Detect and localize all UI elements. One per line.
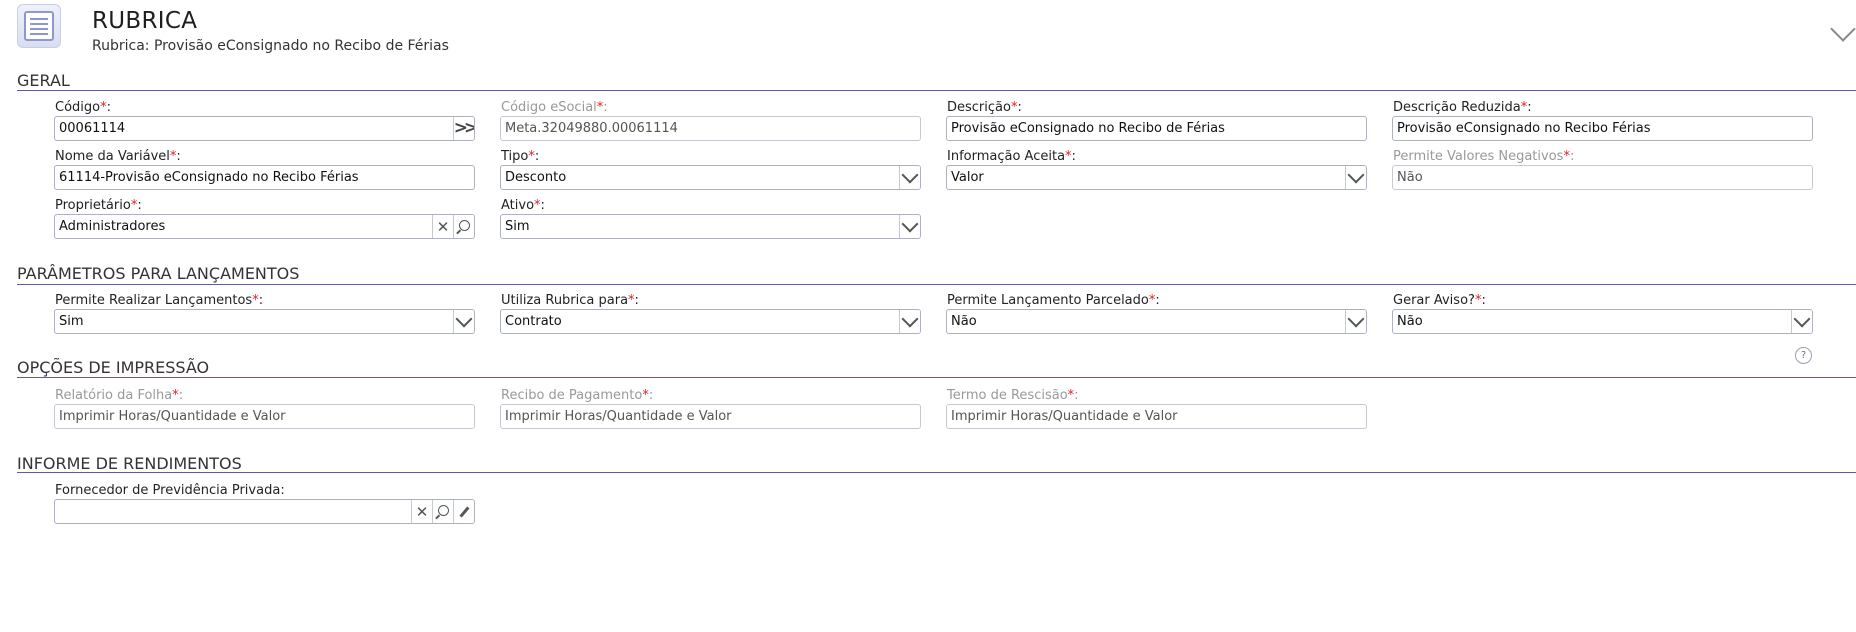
permite-valores-negativos-field: Não	[1392, 165, 1813, 190]
tipo-select[interactable]: Desconto	[500, 165, 921, 190]
permite-lancamentos-label: Permite Realizar Lançamentos*:	[55, 293, 264, 308]
informacao-aceita-select[interactable]: Valor	[946, 165, 1367, 190]
section-divider	[17, 90, 1856, 91]
utiliza-rubrica-label: Utiliza Rubrica para*:	[501, 293, 639, 308]
section-divider	[17, 377, 1856, 378]
section-divider	[17, 284, 1856, 285]
nome-variavel-field[interactable]: 61114-Provisão eConsignado no Recibo Fér…	[54, 165, 475, 190]
permite-valores-negativos-label: Permite Valores Negativos*:	[1393, 149, 1575, 164]
ativo-label: Ativo*:	[501, 198, 545, 213]
chevron-down-icon[interactable]	[899, 215, 920, 238]
proprietario-field[interactable]: Administradores ✕	[54, 214, 475, 239]
help-icon[interactable]: ?	[1795, 347, 1812, 364]
page-title: RUBRICA	[92, 8, 198, 34]
tipo-label: Tipo*:	[501, 149, 540, 164]
descricao-field[interactable]: Provisão eConsignado no Recibo de Férias	[946, 116, 1367, 141]
chevron-down-icon[interactable]	[1345, 310, 1366, 333]
clear-x-icon[interactable]: ✕	[411, 500, 432, 523]
list-document-icon	[24, 11, 54, 41]
fornecedor-previdencia-label: Fornecedor de Previdência Privada:	[55, 483, 285, 498]
codigo-label: Código*:	[55, 100, 111, 115]
lancamento-parcelado-select[interactable]: Não	[946, 309, 1367, 334]
termo-rescisao-field: Imprimir Horas/Quantidade e Valor	[946, 404, 1367, 429]
magnifier-icon[interactable]	[432, 500, 453, 523]
rubrica-app-icon	[17, 4, 61, 48]
section-title-geral: GERAL	[17, 71, 70, 90]
descricao-label: Descrição*:	[947, 100, 1022, 115]
chevron-down-icon[interactable]	[1791, 310, 1812, 333]
proprietario-label: Proprietário*:	[55, 198, 142, 213]
recibo-pagamento-label: Recibo de Pagamento*:	[501, 388, 654, 403]
termo-rescisao-label: Termo de Rescisão*:	[947, 388, 1079, 403]
ativo-select[interactable]: Sim	[500, 214, 921, 239]
section-divider	[17, 472, 1856, 473]
lancamento-parcelado-label: Permite Lançamento Parcelado*:	[947, 293, 1160, 308]
descricao-reduzida-label: Descrição Reduzida*:	[1393, 100, 1532, 115]
relatorio-folha-label: Relatório da Folha*:	[55, 388, 184, 403]
page-subtitle: Rubrica: Provisão eConsignado no Recibo …	[92, 38, 449, 54]
codigo-esocial-field: Meta.32049880.00061114	[500, 116, 921, 141]
gerar-aviso-select[interactable]: Não	[1392, 309, 1813, 334]
chevron-down-icon[interactable]	[1830, 16, 1856, 42]
section-title-rendimentos: INFORME DE RENDIMENTOS	[17, 454, 242, 473]
clear-x-icon[interactable]: ✕	[432, 215, 453, 238]
codigo-field[interactable]: 00061114 >>	[54, 116, 475, 141]
chevron-down-icon[interactable]	[1345, 166, 1366, 189]
chevron-down-icon[interactable]	[899, 166, 920, 189]
pencil-icon[interactable]	[453, 500, 474, 523]
gerar-aviso-label: Gerar Aviso?*:	[1393, 293, 1486, 308]
double-chevron-right-icon[interactable]: >>	[453, 117, 474, 140]
relatorio-folha-field: Imprimir Horas/Quantidade e Valor	[54, 404, 475, 429]
descricao-reduzida-field[interactable]: Provisão eConsignado no Recibo Férias	[1392, 116, 1813, 141]
chevron-down-icon[interactable]	[899, 310, 920, 333]
permite-lancamentos-select[interactable]: Sim	[54, 309, 475, 334]
section-title-impressao: OPÇÕES DE IMPRESSÃO	[17, 358, 210, 377]
nome-variavel-label: Nome da Variável*:	[55, 149, 181, 164]
chevron-down-icon[interactable]	[453, 310, 474, 333]
section-title-parametros: PARÂMETROS PARA LANÇAMENTOS	[17, 264, 300, 283]
fornecedor-previdencia-field[interactable]: ✕	[54, 499, 475, 524]
codigo-esocial-label: Código eSocial*:	[501, 100, 608, 115]
recibo-pagamento-field: Imprimir Horas/Quantidade e Valor	[500, 404, 921, 429]
informacao-aceita-label: Informação Aceita*:	[947, 149, 1076, 164]
utiliza-rubrica-select[interactable]: Contrato	[500, 309, 921, 334]
magnifier-icon[interactable]	[453, 215, 474, 238]
